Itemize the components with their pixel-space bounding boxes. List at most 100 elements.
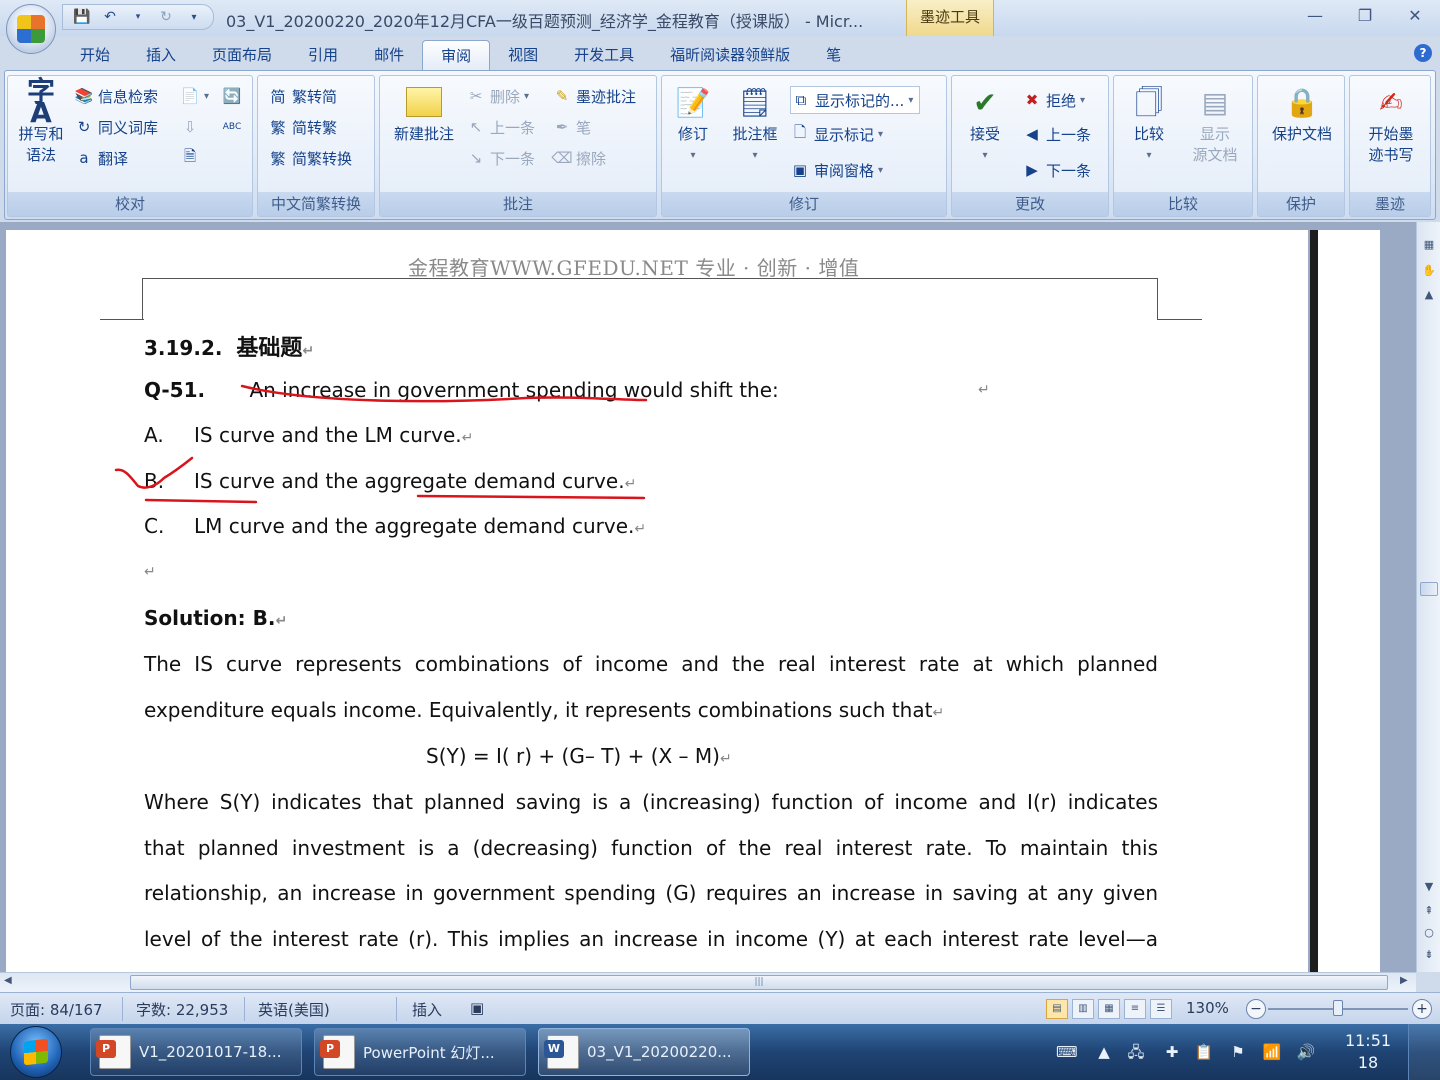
- full-screen-reading-view-button[interactable]: ▥: [1072, 999, 1094, 1019]
- margin-mark-right: [1158, 319, 1202, 320]
- simp-to-trad-button[interactable]: 繁简转繁: [268, 113, 337, 141]
- refresh-button[interactable]: 🔄: [222, 82, 242, 110]
- scroll-left-icon[interactable]: ◀: [4, 975, 12, 986]
- word-count-button[interactable]: ABC: [222, 113, 242, 141]
- track-changes-button[interactable]: 📝 修订 ▾: [666, 82, 720, 166]
- balloons-button[interactable]: 🗒 批注框 ▾: [724, 82, 786, 166]
- start-inking-button[interactable]: ✍ 开始墨 迹书写: [1354, 82, 1428, 166]
- update-icon[interactable]: ✚: [1162, 1042, 1182, 1062]
- set-language-button[interactable]: 📄 ▾: [180, 82, 209, 110]
- redo-icon[interactable]: ↻: [155, 7, 177, 27]
- horizontal-scroll-thumb[interactable]: |||: [130, 975, 1388, 990]
- horizontal-scrollbar[interactable]: ◀ ||| ▶: [0, 972, 1416, 992]
- spelling-grammar-button[interactable]: 字A 拼写和 语法: [12, 78, 70, 166]
- scroll-right-icon[interactable]: ▶: [1400, 975, 1408, 986]
- show-markup-button[interactable]: 🗋 显示标记 ▾: [790, 120, 883, 148]
- language-indicator[interactable]: 英语(美国): [258, 999, 330, 1020]
- previous-change-label: 上一条: [1046, 125, 1092, 144]
- taskbar-item-powerpoint-1[interactable]: P V1_20201017-18...: [90, 1028, 302, 1076]
- show-desktop-button[interactable]: [1408, 1024, 1440, 1080]
- source-documents-icon: ▤: [1201, 85, 1229, 119]
- zoom-in-button[interactable]: +: [1412, 999, 1432, 1019]
- zoom-level[interactable]: 130%: [1186, 999, 1229, 1017]
- compare-button[interactable]: 🗍 比较 ▾: [1120, 82, 1178, 166]
- office-button[interactable]: [6, 4, 56, 54]
- tab-pen[interactable]: 笔: [808, 40, 859, 70]
- trad-to-simp-button[interactable]: 简繁转简: [268, 82, 337, 110]
- research-button[interactable]: 📚 信息检索: [74, 82, 158, 110]
- document-page[interactable]: 金程教育WWW.GFEDU.NET 专业 · 创新 · 增值 3.19.2. 基…: [6, 230, 1308, 972]
- zoom-slider-knob[interactable]: [1333, 1000, 1343, 1016]
- translate-button[interactable]: a 翻译: [74, 144, 128, 172]
- protect-document-button[interactable]: 🔒 保护文档: [1262, 82, 1342, 145]
- new-comment-button[interactable]: 新建批注: [386, 82, 462, 145]
- pan-hand-icon[interactable]: ✋: [1419, 260, 1439, 280]
- eraser-button[interactable]: ⌫ 擦除: [551, 144, 606, 172]
- ruler-toggle-icon[interactable]: ▦: [1419, 234, 1439, 254]
- tab-view[interactable]: 视图: [490, 40, 556, 70]
- thesaurus-button[interactable]: ↻ 同义词库: [74, 113, 158, 141]
- vertical-scroll-thumb[interactable]: [1420, 582, 1438, 596]
- outline-view-button[interactable]: ≡: [1124, 999, 1146, 1019]
- web-layout-view-button[interactable]: ▦: [1098, 999, 1120, 1019]
- clock[interactable]: 11:51 18: [1340, 1030, 1396, 1074]
- select-browse-object-icon[interactable]: ○: [1419, 922, 1439, 942]
- tab-developer[interactable]: 开发工具: [556, 40, 652, 70]
- next-change-button[interactable]: ▶ 下一条: [1022, 156, 1091, 184]
- tab-insert[interactable]: 插入: [128, 40, 194, 70]
- minimize-button[interactable]: —: [1290, 0, 1340, 30]
- tab-mailings[interactable]: 邮件: [356, 40, 422, 70]
- macro-record-icon[interactable]: ▣: [470, 999, 484, 1017]
- help-icon[interactable]: ?: [1414, 44, 1432, 62]
- clipboard-icon[interactable]: 📋: [1194, 1042, 1214, 1062]
- start-button[interactable]: [10, 1026, 62, 1078]
- taskbar-item-label: 03_V1_20200220...: [587, 1043, 732, 1061]
- delete-comment-button[interactable]: ✂ 删除 ▾: [466, 82, 529, 110]
- next-comment-button[interactable]: ↘ 下一条: [466, 144, 535, 172]
- taskbar-item-powerpoint-2[interactable]: P PowerPoint 幻灯...: [314, 1028, 526, 1076]
- tab-foxit-reader[interactable]: 福昕阅读器领鲜版: [652, 40, 808, 70]
- reviewing-pane-button[interactable]: ▣ 审阅窗格 ▾: [790, 156, 883, 184]
- translate-document-button[interactable]: 🗎: [180, 144, 200, 172]
- scroll-down-icon[interactable]: ▼: [1419, 876, 1439, 896]
- undo-icon[interactable]: ↶: [99, 7, 121, 27]
- close-button[interactable]: ✕: [1390, 0, 1440, 30]
- pen-button[interactable]: ✒ 笔: [552, 113, 591, 141]
- ink-comment-button[interactable]: ✎ 墨迹批注: [552, 82, 636, 110]
- previous-page-icon[interactable]: ⇞: [1419, 900, 1439, 920]
- tab-page-layout[interactable]: 页面布局: [194, 40, 290, 70]
- draft-view-button[interactable]: ☰: [1150, 999, 1172, 1019]
- taskbar-item-word[interactable]: W 03_V1_20200220...: [538, 1028, 750, 1076]
- zoom-out-button[interactable]: −: [1246, 999, 1266, 1019]
- network-icon[interactable]: 📶: [1262, 1042, 1282, 1062]
- scroll-up-icon[interactable]: ▲: [1419, 284, 1439, 304]
- show-source-documents-button[interactable]: ▤ 显示 源文档: [1182, 82, 1248, 166]
- network-device-icon[interactable]: 🖧: [1126, 1042, 1146, 1062]
- chinese-conversion-button[interactable]: 繁简繁转换: [268, 144, 352, 172]
- accept-button[interactable]: ✔ 接受 ▾: [958, 82, 1012, 166]
- next-page-icon[interactable]: ⇟: [1419, 944, 1439, 964]
- previous-comment-button[interactable]: ↖ 上一条: [466, 113, 535, 141]
- tab-review[interactable]: 审阅: [422, 40, 491, 70]
- group-comments: 新建批注 ✂ 删除 ▾ ↖ 上一条 ↘ 下一条 ✎ 墨迹批注 ✒ 笔 ⌫ 擦除 批注: [379, 75, 657, 217]
- display-for-review-select[interactable]: ⧉ 显示标记的... ▾: [790, 86, 921, 114]
- reject-button[interactable]: ✖ 拒绝 ▾: [1022, 86, 1085, 114]
- tab-references[interactable]: 引用: [290, 40, 356, 70]
- vertical-scrollbar[interactable]: ▦ ✋ ▲ ▼ ⇞ ○ ⇟: [1416, 222, 1440, 972]
- undo-dropdown-icon[interactable]: ▾: [127, 7, 149, 27]
- show-hidden-icons-icon[interactable]: ▲: [1094, 1042, 1114, 1062]
- translation-tip-button[interactable]: ⇩: [180, 113, 200, 141]
- page-count[interactable]: 页面: 84/167: [10, 999, 103, 1020]
- restore-button[interactable]: ❐: [1340, 0, 1390, 30]
- previous-change-button[interactable]: ◀ 上一条: [1022, 120, 1091, 148]
- keyboard-icon[interactable]: ⌨: [1056, 1042, 1078, 1062]
- volume-icon[interactable]: 🔊: [1296, 1042, 1316, 1062]
- save-icon[interactable]: 💾: [71, 7, 93, 27]
- customize-qat-icon[interactable]: ▾: [183, 7, 205, 27]
- insert-mode-indicator[interactable]: 插入: [412, 999, 442, 1020]
- word-count[interactable]: 字数: 22,953: [136, 999, 228, 1020]
- print-layout-view-button[interactable]: ▤: [1046, 999, 1068, 1019]
- action-center-flag-icon[interactable]: ⚑: [1228, 1042, 1248, 1062]
- tab-home[interactable]: 开始: [62, 40, 128, 70]
- dropdown-arrow-icon: ▾: [878, 164, 884, 176]
